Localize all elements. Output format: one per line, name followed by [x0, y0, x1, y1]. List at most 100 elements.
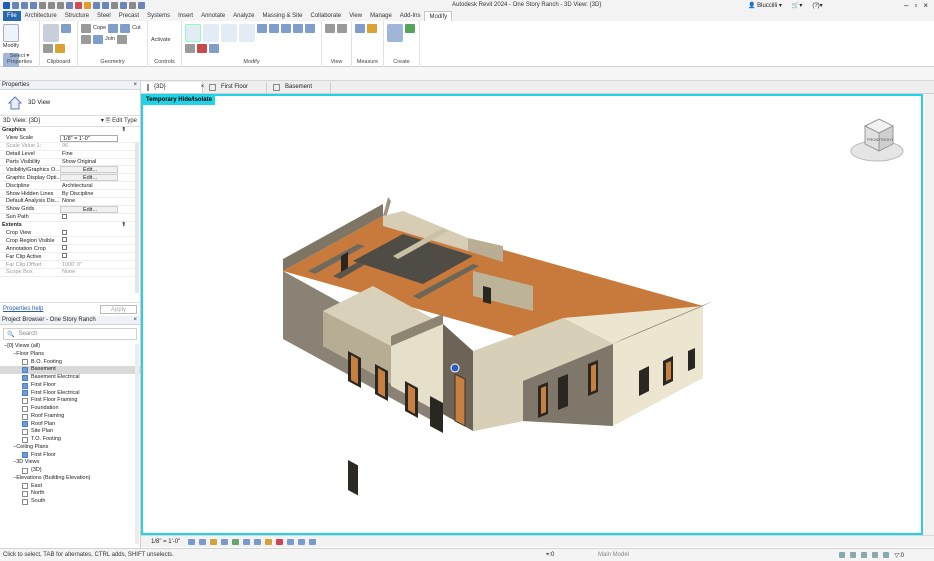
- trim-icon[interactable]: [239, 24, 255, 42]
- select-by-face-icon[interactable]: [872, 552, 879, 558]
- close-icon[interactable]: ×: [923, 1, 928, 10]
- render-icon[interactable]: [232, 538, 240, 545]
- browser-search-input[interactable]: 🔍 Search: [3, 328, 137, 340]
- type-selector[interactable]: 3D View: [0, 90, 140, 116]
- show-crop-icon[interactable]: [254, 538, 262, 545]
- select-links-icon[interactable]: [839, 552, 846, 558]
- print-icon[interactable]: [66, 2, 73, 9]
- property-edit-button[interactable]: Edit...: [60, 174, 118, 182]
- view-tab[interactable]: {3D} ×: [141, 82, 204, 93]
- browser-group[interactable]: − [0] Views (all): [0, 343, 140, 351]
- ribbon-tab-annotate[interactable]: Annotate: [197, 11, 229, 21]
- 3d-viewport[interactable]: Temporary Hide/Isolate FRONT RIGHT: [141, 94, 923, 535]
- measure-icon[interactable]: [75, 2, 82, 9]
- view-scale-control[interactable]: 1/8" = 1'-0": [151, 539, 180, 545]
- property-checkbox[interactable]: [60, 229, 118, 237]
- align-icon[interactable]: [185, 24, 201, 42]
- checkbox-icon[interactable]: [62, 237, 67, 243]
- browser-view-item[interactable]: South: [0, 498, 140, 506]
- browser-view-item[interactable]: Roof Framing: [0, 413, 140, 421]
- cut-icon[interactable]: [61, 24, 71, 33]
- cut-geometry-icon[interactable]: [120, 24, 131, 33]
- minimize-icon[interactable]: –: [904, 1, 908, 10]
- viewcube[interactable]: FRONT RIGHT: [850, 118, 904, 162]
- rotate-icon[interactable]: [281, 24, 291, 33]
- browser-group[interactable]: − Elevations (Building Elevation): [0, 475, 140, 483]
- browser-view-item[interactable]: T.O. Footing: [0, 436, 140, 444]
- array-icon[interactable]: [293, 24, 303, 33]
- offset-icon[interactable]: [203, 24, 219, 42]
- viewport-scrollbar[interactable]: [925, 94, 934, 535]
- browser-group[interactable]: − 3D Views: [0, 459, 140, 467]
- browser-view-item[interactable]: Basement: [0, 366, 140, 374]
- select-pinned-icon[interactable]: [861, 552, 868, 558]
- join-icon[interactable]: [93, 35, 103, 44]
- browser-scrollbar[interactable]: [135, 344, 139, 544]
- browser-view-item[interactable]: Roof Plan: [0, 421, 140, 429]
- ribbon-tab-file[interactable]: File: [3, 11, 21, 21]
- checkbox-icon[interactable]: [62, 245, 67, 251]
- match-type-icon[interactable]: [55, 44, 65, 53]
- section-icon[interactable]: [120, 2, 127, 9]
- ribbon-tab-analyze[interactable]: Analyze: [229, 11, 258, 21]
- browser-view-item[interactable]: First Floor: [0, 452, 140, 460]
- browser-view-item[interactable]: First Floor: [0, 382, 140, 390]
- move-icon[interactable]: [257, 24, 267, 33]
- edit-type-button[interactable]: ▾ 🖹 Edit Type: [101, 116, 137, 126]
- visual-style-icon[interactable]: [199, 538, 207, 545]
- drag-elements-icon[interactable]: [883, 552, 890, 558]
- collapse-icon[interactable]: ⇑: [121, 127, 126, 135]
- temporary-hide-icon[interactable]: [276, 538, 284, 545]
- property-checkbox[interactable]: [60, 245, 118, 252]
- user-menu[interactable]: 👤 Bluccilli ▾: [748, 2, 782, 9]
- view-tab[interactable]: Basement: [267, 82, 331, 93]
- undo-icon[interactable]: [48, 2, 55, 9]
- select-underlay-icon[interactable]: [850, 552, 857, 558]
- hide-element-icon[interactable]: [337, 24, 347, 33]
- revit-logo-icon[interactable]: [3, 2, 10, 9]
- house-model-3d[interactable]: FRONT RIGHT: [143, 96, 921, 533]
- switch-windows-icon[interactable]: [138, 2, 145, 9]
- geometry-tool-icon[interactable]: [108, 24, 119, 33]
- reveal-hidden-icon[interactable]: [287, 538, 295, 545]
- close-hidden-icon[interactable]: [129, 2, 136, 9]
- browser-view-item[interactable]: North: [0, 490, 140, 498]
- browser-view-item[interactable]: First Floor Framing: [0, 397, 140, 405]
- property-value[interactable]: 1/8" = 1'-0": [60, 134, 118, 142]
- browser-view-item[interactable]: First Floor Electrical: [0, 390, 140, 398]
- delete-icon[interactable]: [197, 44, 207, 53]
- active-workset[interactable]: Main Model: [598, 552, 629, 558]
- default-3d-icon[interactable]: [111, 2, 118, 9]
- open-icon[interactable]: [21, 2, 28, 9]
- detail-level-icon[interactable]: [188, 538, 196, 545]
- browser-view-item[interactable]: {3D}: [0, 467, 140, 475]
- property-edit-button[interactable]: Edit...: [60, 205, 118, 213]
- property-value[interactable]: Show Original: [60, 159, 118, 165]
- analysis-icon[interactable]: [309, 538, 317, 545]
- ribbon-tab-massing-site[interactable]: Massing & Site: [258, 11, 306, 21]
- paint-icon[interactable]: [117, 35, 128, 44]
- cart-icon[interactable]: 🛒▾: [792, 2, 802, 9]
- properties-scrollbar[interactable]: [135, 143, 139, 293]
- property-section-graphics[interactable]: Graphics ⇑: [0, 127, 140, 135]
- worksharing-icon[interactable]: [298, 538, 306, 545]
- ribbon-tab-insert[interactable]: Insert: [174, 11, 197, 21]
- activate-button[interactable]: Activate: [151, 36, 171, 45]
- home-icon[interactable]: [12, 2, 19, 9]
- restore-icon[interactable]: ▫: [914, 1, 917, 10]
- crop-view-icon[interactable]: [243, 538, 251, 545]
- selection-grip-icon[interactable]: [450, 363, 460, 373]
- cope-icon[interactable]: [81, 24, 91, 33]
- paste-icon[interactable]: [43, 24, 59, 42]
- shadows-icon[interactable]: [221, 538, 229, 545]
- copy-element-icon[interactable]: [269, 24, 279, 33]
- text-icon[interactable]: [102, 2, 109, 9]
- scale-icon[interactable]: [305, 24, 315, 33]
- create-assembly-icon[interactable]: [387, 24, 403, 42]
- collapse-icon[interactable]: ⇑: [121, 222, 126, 230]
- view-tab[interactable]: First Floor: [203, 82, 267, 93]
- ribbon-tab-add-ins[interactable]: Add-Ins: [396, 11, 425, 21]
- ribbon-tab-precast[interactable]: Precast: [115, 11, 143, 21]
- checkbox-icon[interactable]: [62, 229, 67, 235]
- ribbon-tab-collaborate[interactable]: Collaborate: [307, 11, 346, 21]
